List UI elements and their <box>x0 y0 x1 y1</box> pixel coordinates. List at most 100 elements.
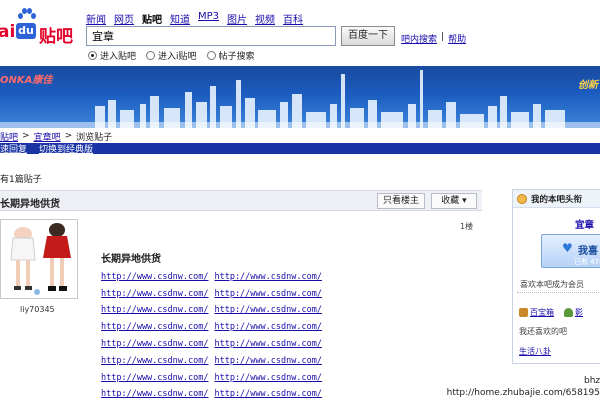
breadcrumb-bar[interactable]: 宜章吧 <box>34 130 61 143</box>
url-link[interactable]: http://www.csdnw.com/ <box>214 289 321 299</box>
switch-classic-link[interactable]: 切换到经典版 <box>39 142 93 155</box>
url-link[interactable]: http://www.csdnw.com/ <box>101 305 208 315</box>
nav-images[interactable]: 图片 <box>227 11 247 26</box>
breadcrumb-separator: > <box>64 131 73 141</box>
url-link[interactable]: http://www.csdnw.com/ <box>214 356 321 366</box>
nav-mp3[interactable]: MP3 <box>198 11 219 26</box>
search-scope-radios: 进入贴吧 进入i贴吧 帖子搜索 <box>88 49 255 62</box>
username[interactable]: liy70345 <box>20 305 55 314</box>
action-subbar: 速回复 切换到经典版 <box>0 142 600 155</box>
url-row: http://www.csdnw.com/http://www.csdnw.co… <box>101 349 322 366</box>
search-button[interactable]: 百度一下 <box>341 26 395 46</box>
person-icon <box>564 308 573 317</box>
search-input[interactable] <box>86 26 336 46</box>
logo-text-right: 贴吧 <box>39 27 73 47</box>
breadcrumb: 贴吧 > 宜章吧 > 浏览贴子 <box>0 130 600 143</box>
thread-header: 长期异地供货 只看楼主 收藏 ▾ <box>0 190 482 211</box>
link-separator: | <box>441 32 445 42</box>
treasure-box-label: 百宝箱 <box>530 308 554 317</box>
baidu-tieba-logo[interactable]: ai du 贴吧 <box>0 8 80 47</box>
breadcrumb-tieba[interactable]: 贴吧 <box>0 130 18 143</box>
radio-enter-tieba[interactable]: 进入贴吧 <box>88 49 136 62</box>
banner-brand-logo: ONKA康佳 <box>0 75 53 86</box>
url-link[interactable]: http://www.csdnw.com/ <box>101 272 208 282</box>
user-avatar[interactable] <box>0 219 78 299</box>
baidu-paw-icon <box>18 8 36 22</box>
liked-bars-label: 我还喜欢的吧 <box>519 327 567 336</box>
treasure-box-icon <box>519 308 528 317</box>
divider <box>517 292 600 293</box>
bar-search-link[interactable]: 吧内搜索 <box>401 32 437 45</box>
url-link[interactable]: http://www.csdnw.com/ <box>101 322 208 332</box>
url-link[interactable]: http://www.csdnw.com/ <box>214 305 321 315</box>
nav-news[interactable]: 新闻 <box>86 11 106 26</box>
profile-tool[interactable]: 影 <box>564 307 583 318</box>
top-links: 吧内搜索 | 帮助 <box>401 32 466 45</box>
post-url-list: http://www.csdnw.com/http://www.csdnw.co… <box>101 265 322 400</box>
thread-title: 长期异地供货 <box>0 199 60 210</box>
liked-bar-link[interactable]: 生活八卦 <box>519 346 551 357</box>
page: ai du 贴吧 新闻 网页 贴吧 知道 MP3 图片 视频 百科 百度一下 吧… <box>0 0 600 400</box>
nav-zhidao[interactable]: 知道 <box>170 11 190 26</box>
url-row: http://www.csdnw.com/http://www.csdnw.co… <box>101 265 322 282</box>
radio-dot[interactable] <box>146 51 156 60</box>
bar-name[interactable]: 宜章 <box>575 217 594 231</box>
member-hint: 喜欢本吧成为会员 <box>520 280 584 289</box>
post-title: 长期异地供货 <box>101 254 161 265</box>
heart-icon: ♥ <box>562 241 573 255</box>
floor-number: 1楼 <box>460 222 474 231</box>
panel-header: 我的本吧头衔 <box>513 190 600 208</box>
url-link[interactable]: http://www.csdnw.com/ <box>214 322 321 332</box>
url-row: http://www.csdnw.com/http://www.csdnw.co… <box>101 282 322 299</box>
url-link[interactable]: http://www.csdnw.com/ <box>101 339 208 349</box>
treasure-box-tool[interactable]: 百宝箱 <box>519 307 554 318</box>
logo-text-left: ai <box>0 22 16 42</box>
banner-tagline: 创新 <box>578 80 598 91</box>
url-link[interactable]: http://www.csdnw.com/ <box>101 356 208 366</box>
logo-du: du <box>16 23 36 39</box>
panel-header-title: 我的本吧头衔 <box>531 194 583 205</box>
favorite-label: 收藏 <box>441 196 460 206</box>
avatar-figures-image <box>10 223 71 295</box>
url-row: http://www.csdnw.com/http://www.csdnw.co… <box>101 299 322 315</box>
url-link[interactable]: http://www.csdnw.com/ <box>214 389 321 399</box>
city-skyline-image <box>0 70 600 128</box>
panel-tools: 百宝箱 影 <box>519 307 583 318</box>
radio-post-search[interactable]: 帖子搜索 <box>206 49 255 62</box>
nav-baike[interactable]: 百科 <box>283 11 303 26</box>
like-bar-button[interactable]: ♥ 我喜 已有 476 人 <box>541 234 600 276</box>
url-link[interactable]: http://www.csdnw.com/ <box>101 373 208 383</box>
quick-reply-link[interactable]: 速回复 <box>0 142 27 155</box>
url-row: http://www.csdnw.com/http://www.csdnw.co… <box>101 315 322 332</box>
chevron-down-icon: ▾ <box>462 196 467 206</box>
radio-label: 进入i贴吧 <box>158 52 197 62</box>
url-row: http://www.csdnw.com/http://www.csdnw.co… <box>101 332 322 349</box>
breadcrumb-current: 浏览贴子 <box>76 132 113 143</box>
radio-dot-selected[interactable] <box>88 51 97 60</box>
top-nav: 新闻 网页 贴吧 知道 MP3 图片 视频 百科 <box>86 11 303 26</box>
radio-dot[interactable] <box>206 51 216 60</box>
nav-video[interactable]: 视频 <box>255 11 275 26</box>
footer-url-watermark: http://home.zhubajie.com/658195 <box>446 388 600 398</box>
url-link[interactable]: http://www.csdnw.com/ <box>214 339 321 349</box>
bar-profile-panel: 我的本吧头衔 宜章 ♥ 我喜 已有 476 人 喜欢本吧成为会员 百宝箱 影 我… <box>512 189 600 364</box>
url-link[interactable]: http://www.csdnw.com/ <box>214 373 321 383</box>
bar-banner: ONKA康佳 创新 <box>0 66 600 128</box>
profile-tool-label: 影 <box>575 308 583 317</box>
like-label: 我喜 <box>578 246 598 257</box>
help-link[interactable]: 帮助 <box>448 32 466 45</box>
footer-username-fragment: bhzl <box>584 376 600 386</box>
url-link[interactable]: http://www.csdnw.com/ <box>101 389 208 399</box>
favorite-button[interactable]: 收藏 ▾ <box>431 193 477 209</box>
nav-web[interactable]: 网页 <box>114 11 134 26</box>
radio-enter-itieba[interactable]: 进入i贴吧 <box>146 49 197 62</box>
url-row: http://www.csdnw.com/http://www.csdnw.co… <box>101 383 322 399</box>
only-author-button[interactable]: 只看楼主 <box>377 193 425 209</box>
url-link[interactable]: http://www.csdnw.com/ <box>214 272 321 282</box>
url-link[interactable]: http://www.csdnw.com/ <box>101 289 208 299</box>
breadcrumb-separator: > <box>22 131 30 141</box>
url-row: http://www.csdnw.com/http://www.csdnw.co… <box>101 366 322 383</box>
like-count: 已有 476 人 <box>574 258 600 276</box>
nav-tieba[interactable]: 贴吧 <box>142 11 162 26</box>
post-count: 有1篇贴子 <box>0 175 42 185</box>
